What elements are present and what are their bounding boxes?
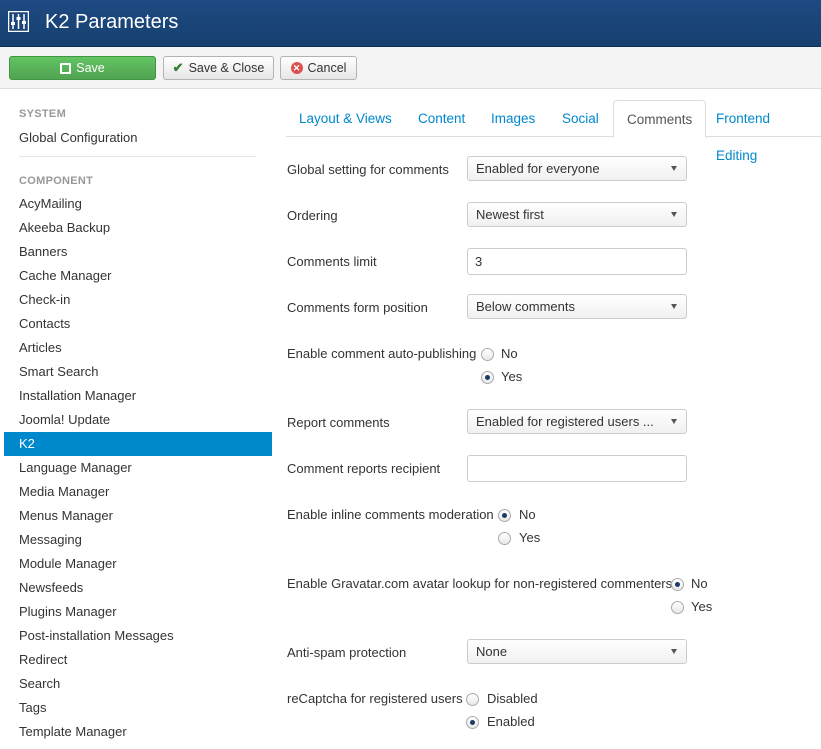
inline-moderation-no-label: No xyxy=(519,507,536,522)
report-comments-select[interactable]: Enabled for registered users ... xyxy=(467,409,687,434)
sidebar-item-menus-manager[interactable]: Menus Manager xyxy=(4,504,272,528)
sidebar-item-articles[interactable]: Articles xyxy=(4,336,272,360)
ordering-value: Newest first xyxy=(476,207,544,222)
recaptcha-label: reCaptcha for registered users xyxy=(287,691,463,706)
save-button[interactable]: Save xyxy=(9,56,156,80)
form-position-label: Comments form position xyxy=(287,300,428,315)
tab-layout-views[interactable]: Layout & Views xyxy=(286,100,405,137)
recaptcha-enabled-radio[interactable] xyxy=(466,716,479,729)
gravatar-no-label: No xyxy=(691,576,708,591)
sidebar-heading-component: COMPONENT xyxy=(19,175,94,187)
auto-publish-label: Enable comment auto-publishing xyxy=(287,346,477,361)
auto-publish-yes-radio[interactable] xyxy=(481,371,494,384)
inline-moderation-yes-radio[interactable] xyxy=(498,532,511,545)
global-comments-select[interactable]: Enabled for everyone xyxy=(467,156,687,181)
gravatar-yes-radio[interactable] xyxy=(671,601,684,614)
tab-content[interactable]: Content xyxy=(405,100,478,137)
sidebar-item-language-manager[interactable]: Language Manager xyxy=(4,456,272,480)
global-comments-label: Global setting for comments xyxy=(287,162,449,177)
sidebar-item-joomla-update[interactable]: Joomla! Update xyxy=(4,408,272,432)
form-position-value: Below comments xyxy=(476,299,575,314)
tab-social[interactable]: Social xyxy=(549,100,612,137)
chevron-down-icon xyxy=(671,166,677,171)
page-header: K2 Parameters xyxy=(0,0,821,47)
sidebar-item-post-installation-messages[interactable]: Post-installation Messages xyxy=(4,624,272,648)
settings-sliders-icon xyxy=(8,11,29,32)
auto-publish-no-label: No xyxy=(501,346,518,361)
sidebar-item-template-manager[interactable]: Template Manager xyxy=(4,720,272,744)
toolbar: Save ✔ Save & Close ✕ Cancel xyxy=(0,47,821,89)
antispam-label: Anti-spam protection xyxy=(287,645,407,660)
cancel-icon: ✕ xyxy=(290,62,303,74)
antispam-select[interactable]: None xyxy=(467,639,687,664)
inline-moderation-no-radio[interactable] xyxy=(498,509,511,522)
report-comments-label: Report comments xyxy=(287,415,390,430)
recaptcha-disabled-label: Disabled xyxy=(487,691,538,706)
tab-images[interactable]: Images xyxy=(478,100,548,137)
sidebar-item-smart-search[interactable]: Smart Search xyxy=(4,360,272,384)
ordering-select[interactable]: Newest first xyxy=(467,202,687,227)
page-title: K2 Parameters xyxy=(45,11,179,33)
comments-limit-input[interactable]: 3 xyxy=(467,248,687,275)
chevron-down-icon xyxy=(671,419,677,424)
sidebar: SYSTEM Global Configuration COMPONENT Ac… xyxy=(0,89,276,749)
report-recipient-label: Comment reports recipient xyxy=(287,461,441,476)
cancel-label: Cancel xyxy=(307,61,347,75)
sidebar-item-messaging[interactable]: Messaging xyxy=(4,528,272,552)
sidebar-item-check-in[interactable]: Check-in xyxy=(4,288,272,312)
gravatar-yes-label: Yes xyxy=(691,599,713,614)
comments-limit-label: Comments limit xyxy=(287,254,377,269)
form-position-select[interactable]: Below comments xyxy=(467,294,687,319)
edit-icon xyxy=(60,62,72,74)
sidebar-item-module-manager[interactable]: Module Manager xyxy=(4,552,272,576)
save-label: Save xyxy=(76,61,105,75)
tab-frontend-editing[interactable]: Frontend Editing xyxy=(703,100,821,163)
sidebar-item-contacts[interactable]: Contacts xyxy=(4,312,272,336)
sidebar-item-plugins-manager[interactable]: Plugins Manager xyxy=(4,600,272,624)
recaptcha-enabled-label: Enabled xyxy=(487,714,535,729)
sidebar-heading-system: SYSTEM xyxy=(19,108,67,120)
save-close-label: Save & Close xyxy=(188,61,265,75)
auto-publish-yes-label: Yes xyxy=(501,369,523,384)
sidebar-item-newsfeeds[interactable]: Newsfeeds xyxy=(4,576,272,600)
ordering-label: Ordering xyxy=(287,208,338,223)
chevron-down-icon xyxy=(671,649,677,654)
auto-publish-no-radio[interactable] xyxy=(481,348,494,361)
sidebar-divider xyxy=(19,156,256,157)
recaptcha-disabled-radio[interactable] xyxy=(466,693,479,706)
sidebar-item-banners[interactable]: Banners xyxy=(4,240,272,264)
chevron-down-icon xyxy=(671,212,677,217)
check-icon: ✔ xyxy=(172,60,184,75)
chevron-down-icon xyxy=(671,304,677,309)
save-close-button[interactable]: ✔ Save & Close xyxy=(163,56,274,80)
inline-moderation-label: Enable inline comments moderation xyxy=(287,507,494,522)
sidebar-item-search[interactable]: Search xyxy=(4,672,272,696)
sidebar-item-acymailing[interactable]: AcyMailing xyxy=(4,192,272,216)
gravatar-no-radio[interactable] xyxy=(671,578,684,591)
report-recipient-input[interactable] xyxy=(467,455,687,482)
sidebar-item-k2[interactable]: K2 xyxy=(4,432,272,456)
sidebar-item-media-manager[interactable]: Media Manager xyxy=(4,480,272,504)
gravatar-label: Enable Gravatar.com avatar lookup for no… xyxy=(287,576,673,591)
sidebar-item-redirect[interactable]: Redirect xyxy=(4,648,272,672)
inline-moderation-yes-label: Yes xyxy=(519,530,541,545)
sidebar-item-akeeba-backup[interactable]: Akeeba Backup xyxy=(4,216,272,240)
sidebar-item-installation-manager[interactable]: Installation Manager xyxy=(4,384,272,408)
sidebar-item-tags[interactable]: Tags xyxy=(4,696,272,720)
tab-bar: Layout & Views Content Images Social Com… xyxy=(286,100,821,163)
report-comments-value: Enabled for registered users ... xyxy=(476,414,654,429)
antispam-value: None xyxy=(476,644,508,659)
cancel-button[interactable]: ✕ Cancel xyxy=(280,56,357,80)
tab-comments[interactable]: Comments xyxy=(613,100,707,138)
sidebar-item-cache-manager[interactable]: Cache Manager xyxy=(4,264,272,288)
sidebar-item-global-configuration[interactable]: Global Configuration xyxy=(19,130,138,145)
global-comments-value: Enabled for everyone xyxy=(476,161,600,176)
